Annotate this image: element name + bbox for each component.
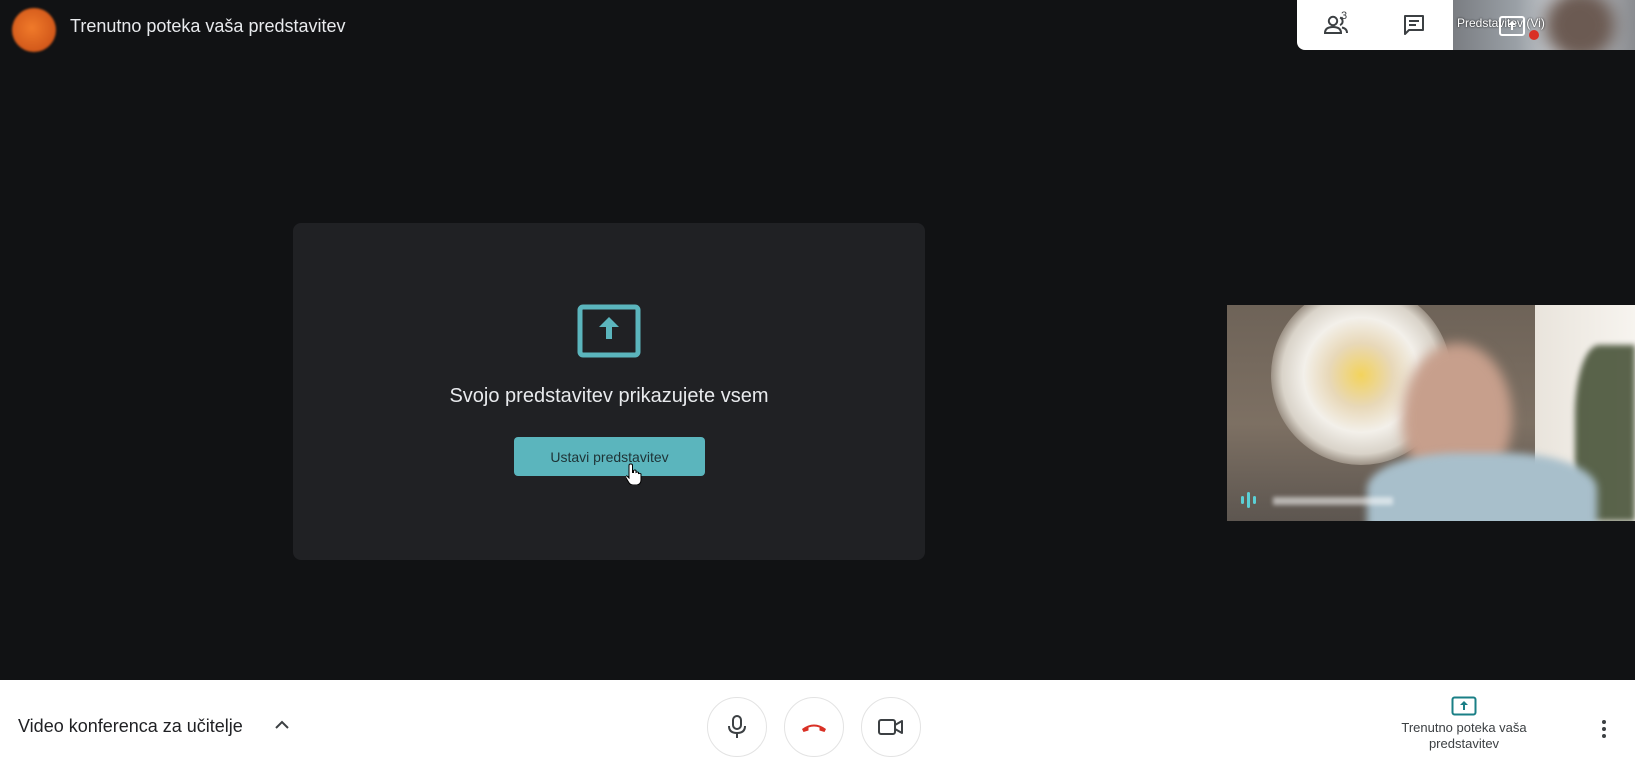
chat-icon	[1404, 15, 1424, 35]
stop-presenting-button[interactable]: Ustavi predstavitev	[514, 437, 705, 476]
present-to-all-icon	[1499, 16, 1525, 36]
hang-up-button[interactable]	[784, 697, 844, 757]
audio-level-icon	[1241, 492, 1256, 508]
chevron-up-icon[interactable]	[274, 718, 290, 730]
mic-button[interactable]	[707, 697, 767, 757]
camera-button[interactable]	[861, 697, 921, 757]
bottom-bar: Video konferenca za učitelje Trenutno po…	[0, 680, 1635, 766]
self-video-blur	[1545, 0, 1615, 50]
avatar	[12, 8, 56, 52]
more-options-button[interactable]	[1594, 716, 1614, 742]
meeting-title[interactable]: Video konferenca za učitelje	[18, 716, 243, 737]
present-to-all-icon	[1451, 696, 1477, 716]
present-now-status[interactable]: Trenutno poteka vaša predstavitev	[1380, 696, 1548, 752]
mic-off-indicator	[1529, 30, 1539, 40]
presentation-card: Svojo predstavitev prikazujete vsem Usta…	[293, 223, 925, 560]
participant-video-tile[interactable]	[1227, 305, 1635, 521]
present-to-all-icon	[577, 304, 641, 358]
camera-icon	[878, 719, 903, 735]
present-status-label: Trenutno poteka vaša predstavitev	[1401, 720, 1527, 751]
presentation-message: Svojo predstavitev prikazujete vsem	[449, 385, 769, 407]
self-video-tile[interactable]: Predstavitev (Vi)	[1453, 0, 1635, 50]
cursor-hand-icon	[626, 463, 642, 485]
presenting-title: Trenutno poteka vaša predstavitev	[70, 16, 346, 36]
people-button[interactable]: 3	[1317, 8, 1357, 42]
mic-icon	[728, 715, 746, 738]
participant-name-blur	[1273, 497, 1393, 505]
people-count: 3	[1341, 10, 1348, 22]
chat-button[interactable]	[1394, 8, 1434, 42]
participant-body-blur	[1367, 453, 1597, 521]
more-vert-icon	[1602, 720, 1606, 738]
top-bar: Trenutno poteka vaša predstavitev 3 Pred…	[0, 0, 1635, 52]
hang-up-icon	[802, 724, 826, 732]
